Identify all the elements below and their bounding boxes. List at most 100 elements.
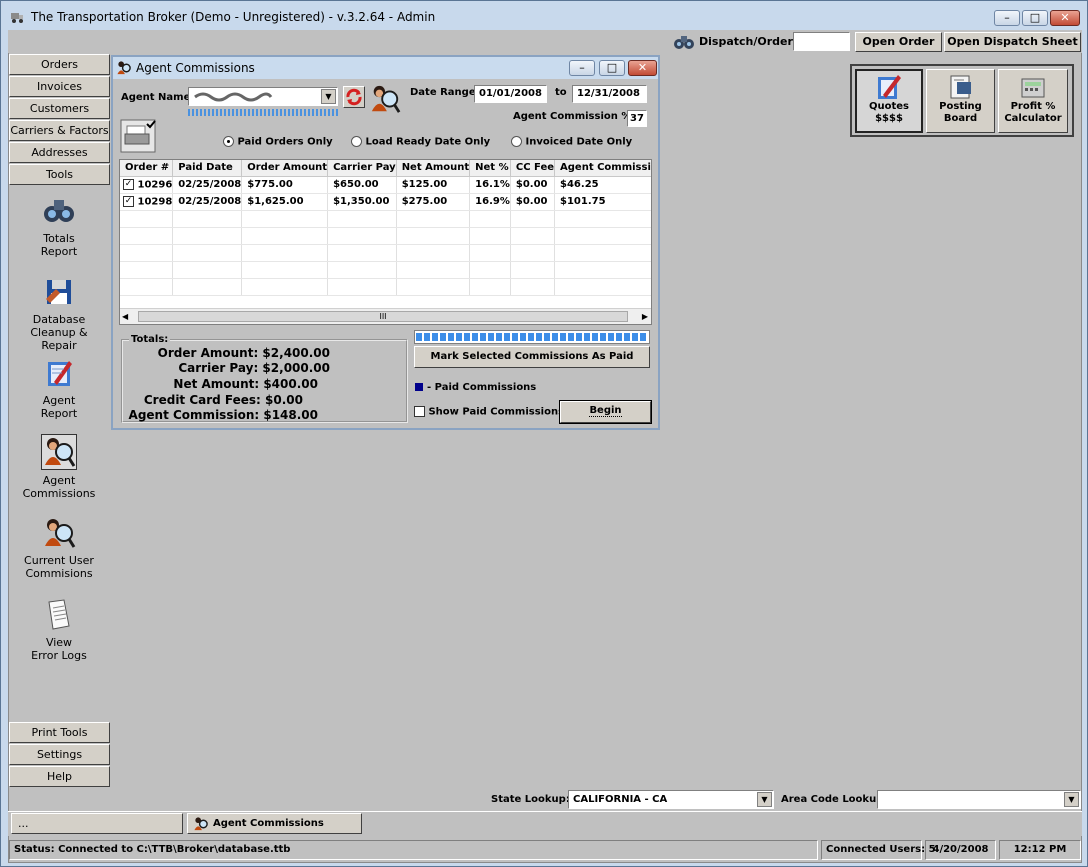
tool-current-user-commissions[interactable]: Current User Commisions: [11, 516, 107, 580]
title-bar: The Transportation Broker (Demo - Unregi…: [1, 1, 1088, 31]
dialog-maximize-button[interactable]: □: [599, 60, 625, 76]
dispatch-order-input[interactable]: [793, 32, 850, 51]
dialog-title: Agent Commissions: [136, 61, 255, 75]
open-dispatch-sheet-button[interactable]: Open Dispatch Sheet: [944, 32, 1081, 52]
tool-agent-report[interactable]: Agent Report: [11, 356, 107, 420]
scroll-left-icon[interactable]: ◀: [122, 312, 128, 321]
column-header[interactable]: Order Amount: [241, 160, 329, 177]
print-button[interactable]: [119, 118, 159, 154]
scroll-right-icon[interactable]: ▶: [642, 312, 648, 321]
calculator-icon: [1021, 78, 1045, 98]
column-header[interactable]: Paid Date: [172, 160, 243, 177]
tool-database-cleanup[interactable]: Database Cleanup & Repair: [11, 275, 107, 352]
table-row: [120, 227, 651, 245]
cell-cc-fee: $0.00: [510, 176, 556, 194]
selected-frame: [41, 434, 77, 470]
column-header[interactable]: CC Fee: [510, 160, 556, 177]
total-cc-fees: Credit Card Fees: $0.00: [143, 393, 303, 407]
tool-view-error-logs[interactable]: View Error Logs: [11, 598, 107, 662]
quotes-button[interactable]: Quotes $$$$: [855, 69, 923, 133]
table-row[interactable]: ✓ 10298 02/25/2008 $1,625.00 $1,350.00 $…: [120, 193, 651, 211]
radio-icon: [351, 136, 362, 147]
cell-agent-commission: $101.75: [554, 193, 651, 211]
posting-board-icon: [950, 75, 971, 99]
profit-calculator-button[interactable]: Profit % Calculator: [998, 69, 1068, 133]
person-magnifier-icon[interactable]: [368, 83, 402, 115]
minimize-button[interactable]: –: [994, 10, 1020, 26]
nav-addresses[interactable]: Addresses: [9, 142, 110, 163]
person-magnifier-icon: [194, 817, 208, 831]
task-dots-button[interactable]: ...: [11, 813, 183, 834]
date-range-label: Date Range:: [410, 87, 480, 98]
column-header[interactable]: Net %: [469, 160, 511, 177]
quick-launch-panel: Quotes $$$$ Posting Board Profit % Calcu…: [850, 64, 1074, 137]
column-header[interactable]: Net Amount: [396, 160, 471, 177]
task-agent-commissions-button[interactable]: Agent Commissions: [187, 813, 362, 834]
profit-calculator-label: Profit % Calculator: [1004, 101, 1062, 124]
state-lookup-dropdown[interactable]: CALIFORNIA - CA ▼: [568, 790, 774, 809]
nav-orders[interactable]: Orders: [9, 54, 110, 75]
cell-net-amount: $275.00: [396, 193, 471, 211]
nav-invoices[interactable]: Invoices: [9, 76, 110, 97]
nav-tools[interactable]: Tools: [9, 164, 110, 185]
dialog-close-button[interactable]: ✕: [628, 60, 657, 76]
task-agent-commissions-label: Agent Commissions: [213, 818, 324, 829]
binoculars-icon: [44, 200, 74, 222]
tool-label: Agent Commissions: [22, 474, 96, 500]
date-from-input[interactable]: 01/01/2008: [474, 85, 547, 103]
column-header[interactable]: Carrier Pay: [327, 160, 397, 177]
printer-icon: [120, 119, 156, 153]
radio-paid-orders[interactable]: Paid Orders Only: [223, 136, 333, 148]
show-paid-checkbox[interactable]: Show Paid Commissions: [414, 406, 564, 418]
app-title: The Transportation Broker (Demo - Unregi…: [31, 10, 436, 24]
refresh-icon: [346, 88, 362, 106]
dialog-minimize-button[interactable]: –: [569, 60, 595, 76]
nav-settings[interactable]: Settings: [9, 744, 110, 765]
scrollbar-thumb[interactable]: III: [138, 311, 628, 322]
connected-users: Connected Users: 5: [821, 840, 936, 860]
commissions-grid[interactable]: Order # Paid Date Order Amount Carrier P…: [119, 159, 652, 325]
column-header[interactable]: Order #: [120, 160, 174, 177]
total-net-amount: Net Amount: $400.00: [173, 377, 318, 391]
maximize-button[interactable]: □: [1022, 10, 1048, 26]
document-icon: [48, 599, 70, 630]
radio-load-ready[interactable]: Load Ready Date Only: [351, 136, 490, 148]
binoculars-icon: [674, 36, 694, 49]
radio-selected-icon: [223, 136, 234, 147]
area-code-dropdown[interactable]: ▼: [877, 790, 1081, 809]
cell-net-pct: 16.1%: [469, 176, 511, 194]
commission-pct-input[interactable]: 37: [627, 110, 647, 127]
tool-totals-report[interactable]: Totals Report: [11, 194, 107, 258]
chevron-down-icon: ▼: [1064, 792, 1079, 807]
mark-paid-button[interactable]: Mark Selected Commissions As Paid: [414, 346, 650, 368]
row-checkbox[interactable]: ✓: [123, 195, 134, 207]
cell-order-amount: $775.00: [241, 176, 329, 194]
cell-carrier-pay: $650.00: [327, 176, 397, 194]
cell-order: 10298: [137, 196, 173, 208]
agent-name-dropdown[interactable]: ▼: [188, 87, 338, 106]
nav-customers[interactable]: Customers: [9, 98, 110, 119]
close-button[interactable]: ✕: [1050, 10, 1080, 26]
cell-paid-date: 02/25/2008: [172, 193, 243, 211]
open-order-button[interactable]: Open Order: [855, 32, 942, 52]
posting-board-label: Posting Board: [939, 101, 982, 124]
column-header[interactable]: Agent Commission: [554, 160, 651, 177]
nav-print-tools[interactable]: Print Tools: [9, 722, 110, 743]
table-header-row: Order # Paid Date Order Amount Carrier P…: [120, 160, 651, 177]
row-checkbox[interactable]: ✓: [123, 178, 134, 190]
radio-load-ready-label: Load Ready Date Only: [365, 136, 491, 148]
totals-label: Totals:: [129, 334, 171, 345]
table-row[interactable]: ✓ 10296 02/25/2008 $775.00 $650.00 $125.…: [120, 176, 651, 194]
radio-invoiced-date[interactable]: Invoiced Date Only: [511, 136, 632, 148]
refresh-button[interactable]: [343, 86, 365, 108]
begin-button[interactable]: Begin: [559, 400, 652, 424]
chevron-down-icon: ▼: [757, 792, 772, 807]
date-to-input[interactable]: 12/31/2008: [572, 85, 647, 103]
status-text: Status: Connected to C:\TTB\Broker\datab…: [9, 840, 818, 860]
person-magnifier-icon: [45, 438, 76, 467]
tool-agent-commissions[interactable]: Agent Commissions: [11, 434, 107, 500]
nav-carriers-factors[interactable]: Carriers & Factors: [9, 120, 110, 141]
horizontal-scrollbar[interactable]: ◀ III ▶: [120, 308, 651, 324]
nav-help[interactable]: Help: [9, 766, 110, 787]
posting-board-button[interactable]: Posting Board: [926, 69, 995, 133]
